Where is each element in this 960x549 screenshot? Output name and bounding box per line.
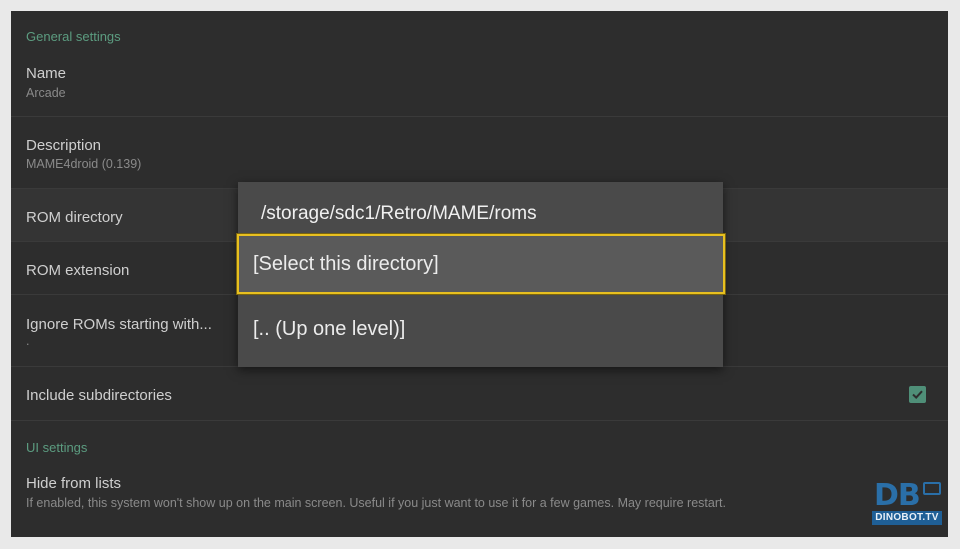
divider bbox=[11, 116, 948, 117]
pref-ignore-roms-title: Ignore ROMs starting with... bbox=[26, 316, 212, 333]
pref-description-summary: MAME4droid (0.139) bbox=[26, 157, 142, 171]
checkmark-icon bbox=[912, 390, 923, 400]
pref-description-title: Description bbox=[26, 137, 102, 154]
directory-chooser-dialog: /storage/sdc1/Retro/MAME/roms [Select th… bbox=[237, 182, 725, 367]
include-subdirectories-checkbox[interactable] bbox=[909, 386, 926, 403]
general-settings-header: General settings bbox=[26, 29, 121, 44]
dialog-title: /storage/sdc1/Retro/MAME/roms bbox=[261, 203, 537, 224]
pref-rom-extension-title[interactable]: ROM extension bbox=[26, 262, 129, 279]
select-this-directory-option[interactable]: [Select this directory] bbox=[237, 234, 725, 294]
pref-include-subdirectories-title[interactable]: Include subdirectories bbox=[26, 387, 172, 404]
watermark-text: DINOBOT.TV bbox=[872, 511, 942, 525]
pref-ignore-roms-summary: . bbox=[26, 334, 30, 348]
dinobot-watermark: DB DINOBOT.TV bbox=[870, 478, 950, 532]
pref-rom-directory-title: ROM directory bbox=[26, 209, 123, 226]
pref-hide-from-lists-summary: If enabled, this system won't show up on… bbox=[26, 496, 726, 510]
pref-name-title: Name bbox=[26, 65, 67, 82]
pref-hide-from-lists-title: Hide from lists bbox=[26, 475, 122, 492]
ui-settings-header: UI settings bbox=[26, 440, 88, 455]
tv-icon bbox=[923, 482, 941, 495]
pref-name-summary: Arcade bbox=[26, 86, 66, 100]
divider bbox=[11, 420, 948, 421]
settings-screen: General settings Name Arcade Description… bbox=[11, 11, 948, 537]
watermark-mark: DB bbox=[874, 478, 921, 513]
up-one-level-option[interactable]: [.. (Up one level)] bbox=[238, 299, 723, 359]
